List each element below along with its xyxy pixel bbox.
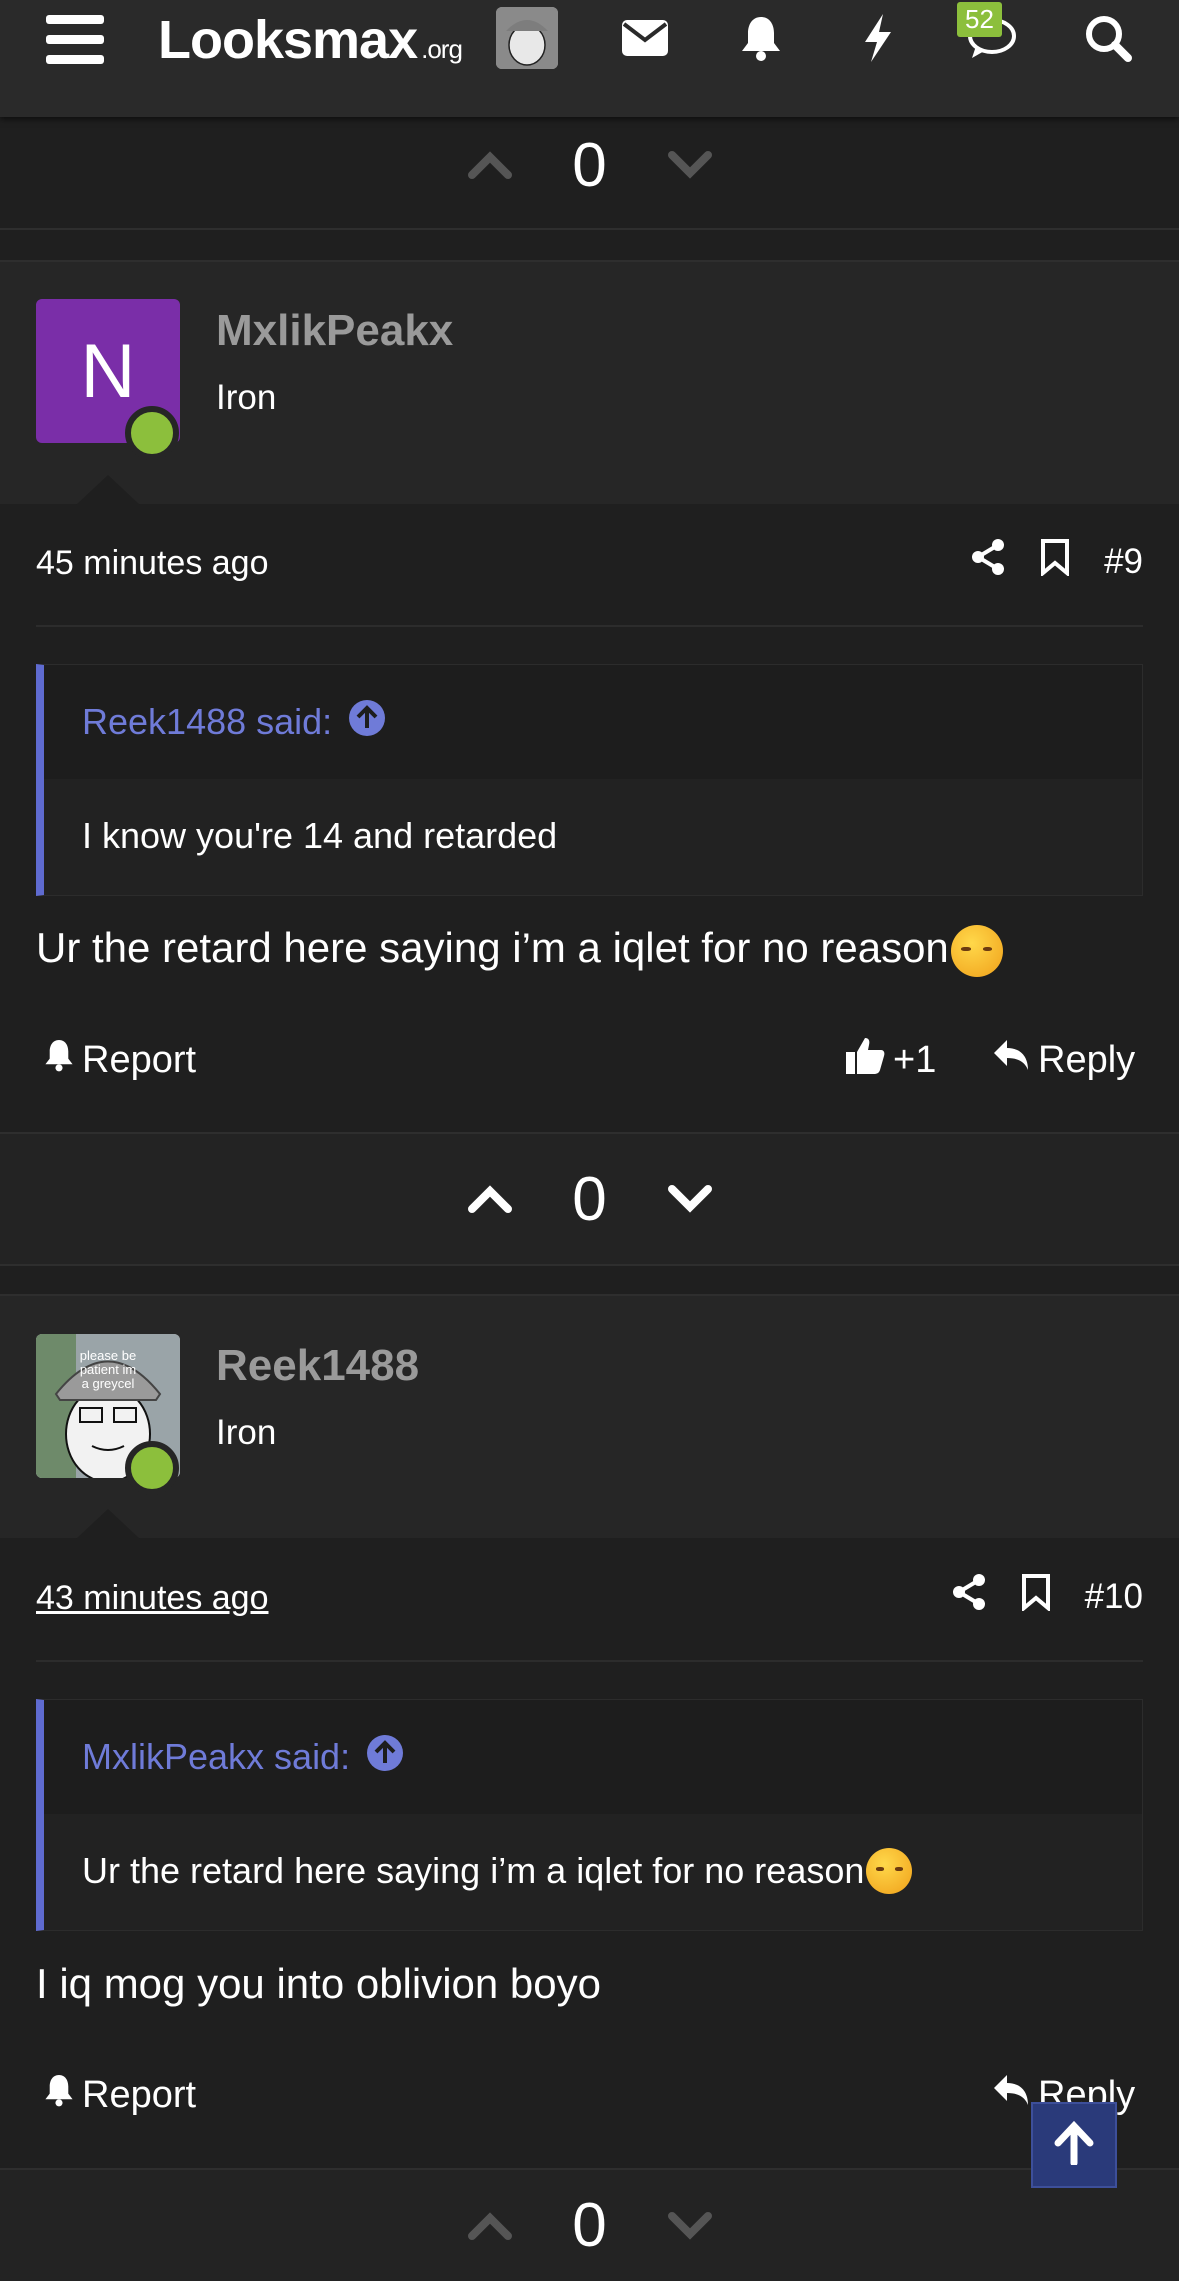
quote-author[interactable]: MxlikPeakx said: xyxy=(82,1736,350,1778)
post-time[interactable]: 43 minutes ago xyxy=(36,1579,269,1618)
username[interactable]: MxlikPeakx xyxy=(216,306,453,356)
vote-count: 0 xyxy=(572,2191,607,2260)
post-meta-actions: #9 xyxy=(970,538,1143,585)
reply-button[interactable]: Reply xyxy=(992,1030,1135,1090)
post-body: I iq mog you into oblivion boyo xyxy=(36,1960,602,2007)
upvote-icon[interactable] xyxy=(460,135,520,195)
post-body-text: Ur the retard here saying i’m a iqlet fo… xyxy=(36,924,949,971)
scroll-to-top-button[interactable] xyxy=(1031,2102,1117,2188)
divider xyxy=(0,228,1179,230)
search-icon[interactable] xyxy=(1078,8,1138,68)
post-actions: Report +1 Reply xyxy=(0,1030,1179,1090)
bolt-icon[interactable] xyxy=(848,8,908,68)
thumbs-up-icon xyxy=(845,1035,885,1085)
downvote-icon[interactable] xyxy=(660,2196,720,2256)
post-meta-actions: #10 xyxy=(951,1573,1143,1620)
upvote-icon[interactable] xyxy=(460,1169,520,1229)
menu-icon[interactable] xyxy=(40,0,110,80)
site-logo[interactable]: Looksmax .org xyxy=(158,0,463,80)
bookmark-icon[interactable] xyxy=(1040,538,1070,585)
logo-main: Looksmax xyxy=(158,10,418,70)
post-number[interactable]: #10 xyxy=(1085,1577,1143,1617)
bell-icon xyxy=(44,1038,74,1082)
vote-bar-bottom: 0 xyxy=(0,2170,1179,2281)
svg-text:patient im: patient im xyxy=(80,1362,136,1377)
user-title: Iron xyxy=(216,1413,277,1452)
arrow-up-icon xyxy=(1054,2120,1094,2170)
quote-text-content: Ur the retard here saying i’m a iqlet fo… xyxy=(82,1850,865,1891)
post-actions: Report Reply xyxy=(0,2065,1179,2125)
alerts-badge[interactable]: 52 xyxy=(957,2,1002,37)
svg-text:please be: please be xyxy=(80,1348,136,1363)
reply-icon xyxy=(992,1038,1030,1082)
quote-header[interactable]: MxlikPeakx said: xyxy=(44,1700,1142,1814)
online-indicator xyxy=(125,406,179,460)
online-indicator xyxy=(125,1441,179,1495)
user-avatar[interactable] xyxy=(496,7,558,69)
share-icon[interactable] xyxy=(970,538,1006,585)
report-button[interactable]: Report xyxy=(44,1030,196,1090)
bookmark-icon[interactable] xyxy=(1021,1573,1051,1620)
report-label: Report xyxy=(82,2073,197,2116)
quote-block: MxlikPeakx said: Ur the retard here sayi… xyxy=(36,1699,1143,1931)
quote-text: I know you're 14 and retarded xyxy=(82,815,558,856)
bell-icon[interactable] xyxy=(731,8,791,68)
username[interactable]: Reek1488 xyxy=(216,1341,419,1391)
like-button[interactable]: +1 xyxy=(845,1030,936,1090)
report-button[interactable]: Report xyxy=(44,2065,196,2125)
downvote-icon[interactable] xyxy=(660,1169,720,1229)
svg-text:a greycel: a greycel xyxy=(82,1376,135,1391)
quote-header[interactable]: Reek1488 said: xyxy=(44,665,1142,779)
quote-author[interactable]: Reek1488 said: xyxy=(82,701,332,743)
post-time[interactable]: 45 minutes ago xyxy=(36,544,269,583)
logo-tld: .org xyxy=(421,33,463,64)
post-body: Ur the retard here saying i’m a iqlet fo… xyxy=(36,924,1003,977)
bell-icon xyxy=(44,2073,74,2117)
arrow-up-circle-icon[interactable] xyxy=(366,1734,404,1781)
pleading-face-emoji xyxy=(950,924,1003,977)
pleading-face-emoji xyxy=(866,1848,913,1894)
divider xyxy=(0,1264,1179,1266)
envelope-icon[interactable] xyxy=(615,8,675,68)
top-navigation: Looksmax .org 52 xyxy=(0,0,1179,117)
downvote-icon[interactable] xyxy=(660,135,720,195)
user-title: Iron xyxy=(216,378,277,417)
share-icon[interactable] xyxy=(951,1573,987,1620)
vote-count: 0 xyxy=(572,1164,607,1234)
divider xyxy=(36,1660,1143,1662)
vote-count: 0 xyxy=(572,130,607,200)
vote-bar-middle: 0 xyxy=(0,1134,1179,1264)
reply-icon xyxy=(992,2073,1030,2117)
arrow-up-circle-icon[interactable] xyxy=(348,699,386,746)
post-number[interactable]: #9 xyxy=(1104,542,1143,582)
vote-bar-top: 0 xyxy=(0,120,1179,210)
quote-text: Ur the retard here saying i’m a iqlet fo… xyxy=(44,1814,1142,1928)
reply-label: Reply xyxy=(1038,1038,1136,1081)
avatar-letter: N xyxy=(80,328,136,414)
report-label: Report xyxy=(82,1038,197,1081)
quote-block: Reek1488 said: I know you're 14 and reta… xyxy=(36,664,1143,896)
upvote-icon[interactable] xyxy=(460,2196,520,2256)
like-count: +1 xyxy=(893,1038,937,1081)
divider xyxy=(36,625,1143,627)
